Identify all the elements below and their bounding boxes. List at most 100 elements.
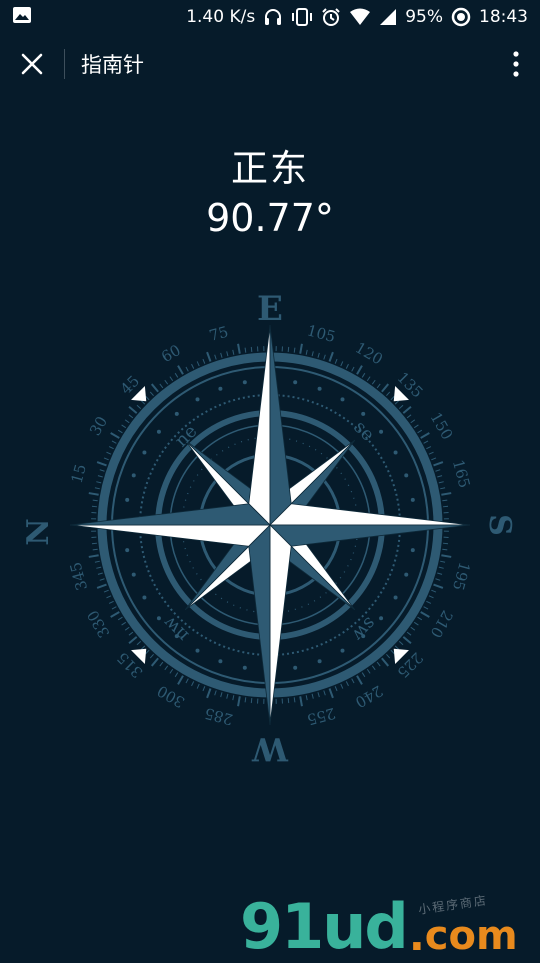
dial-tick bbox=[245, 697, 246, 702]
dial-tick bbox=[97, 462, 106, 465]
dial-tick bbox=[357, 676, 362, 685]
dial-tick bbox=[109, 447, 113, 449]
dial-tick bbox=[152, 658, 158, 666]
dial-tick bbox=[221, 353, 222, 358]
intercardinal-sw: sw bbox=[347, 613, 380, 646]
dial-tick bbox=[146, 396, 149, 400]
network-speed: 1.40 K/s bbox=[186, 7, 255, 27]
dial-tick bbox=[146, 650, 149, 654]
dial-tick bbox=[109, 601, 113, 603]
dial-tick bbox=[382, 384, 388, 392]
dial-tick bbox=[439, 567, 444, 568]
dial-tick bbox=[111, 612, 120, 617]
dial-tick bbox=[377, 384, 380, 388]
dial-tick bbox=[411, 420, 415, 423]
dial-tick bbox=[306, 695, 307, 700]
dial-tick bbox=[367, 377, 370, 381]
dial-dot bbox=[404, 573, 408, 577]
dial-tick bbox=[437, 573, 442, 574]
clock: 18:43 bbox=[479, 7, 528, 27]
dial-dot bbox=[404, 473, 408, 477]
dial-tick bbox=[300, 696, 302, 706]
dial-tick bbox=[362, 373, 365, 377]
dial-tick bbox=[170, 377, 173, 381]
battery-icon bbox=[451, 7, 471, 27]
dial-tick bbox=[89, 555, 99, 557]
status-bar-left bbox=[12, 6, 32, 29]
dial-dot bbox=[411, 548, 415, 552]
dial-tick bbox=[435, 579, 440, 581]
dial-tick bbox=[178, 366, 183, 375]
dial-tick bbox=[435, 470, 440, 472]
dial-degree-label: 105 bbox=[305, 321, 337, 346]
dial-tick bbox=[238, 696, 240, 706]
dial-tick bbox=[341, 684, 343, 689]
dial-tick bbox=[150, 392, 153, 396]
headphones-icon bbox=[263, 7, 283, 27]
dial-tick bbox=[125, 420, 129, 423]
dial-dot bbox=[142, 451, 146, 455]
dial-tick bbox=[318, 692, 319, 697]
dial-dot bbox=[318, 387, 322, 391]
dial-tick bbox=[330, 689, 333, 698]
dial-tick bbox=[178, 676, 183, 685]
dial-tick bbox=[227, 351, 228, 356]
dial-tick bbox=[92, 506, 97, 507]
dial-tick bbox=[437, 476, 442, 477]
dial-tick bbox=[386, 392, 389, 396]
dial-tick bbox=[160, 662, 163, 666]
dial-tick bbox=[441, 493, 451, 495]
close-button[interactable] bbox=[0, 34, 64, 94]
battery-percent: 95% bbox=[405, 7, 443, 27]
cardinal-right: S bbox=[482, 514, 517, 536]
dial-tick bbox=[122, 425, 126, 428]
dial-tick bbox=[150, 654, 153, 658]
dial-tick bbox=[233, 695, 234, 700]
dial-tick bbox=[111, 433, 120, 438]
dial-tick bbox=[233, 350, 234, 355]
dial-tick bbox=[414, 622, 418, 625]
dial-tick bbox=[122, 622, 126, 625]
dial-tick bbox=[324, 355, 326, 360]
dial-tick bbox=[98, 476, 103, 477]
dial-degree-label: 195 bbox=[449, 560, 474, 592]
dial-tick bbox=[141, 646, 145, 649]
more-options-button[interactable] bbox=[492, 34, 540, 94]
dial-tick bbox=[175, 673, 178, 677]
dial-tick bbox=[386, 654, 389, 658]
dial-tick bbox=[197, 684, 199, 689]
dial-degree-label: 210 bbox=[427, 607, 457, 641]
watermark-dot: . bbox=[409, 914, 425, 958]
dial-tick bbox=[377, 662, 380, 666]
dial-tick bbox=[341, 361, 343, 366]
dial-degree-label: 120 bbox=[352, 339, 386, 369]
dial-tick bbox=[203, 359, 205, 364]
page-title: 指南针 bbox=[81, 49, 492, 79]
dial-tick bbox=[429, 596, 434, 598]
dial-tick bbox=[96, 482, 101, 483]
dial-dot bbox=[218, 659, 222, 663]
dial-tick bbox=[294, 697, 295, 702]
compass-dial: 1530456075105120135150165195210225240255… bbox=[20, 280, 520, 780]
dial-tick bbox=[104, 458, 109, 460]
dial-tick bbox=[424, 607, 428, 609]
dial-tick bbox=[207, 352, 210, 361]
vibrate-icon bbox=[291, 7, 313, 27]
dial-degree-label: 300 bbox=[154, 682, 188, 712]
dial-dot bbox=[379, 430, 383, 434]
dial-tick bbox=[245, 348, 246, 353]
dial-dot bbox=[132, 473, 136, 477]
degree-readout: 90.77° bbox=[0, 196, 540, 240]
dial-tick bbox=[442, 500, 447, 501]
dial-tick bbox=[95, 488, 100, 489]
dial-dot bbox=[157, 430, 161, 434]
dial-tick bbox=[227, 694, 228, 699]
dial-tick bbox=[414, 425, 418, 428]
app-bar-divider bbox=[64, 49, 65, 79]
dial-tick bbox=[93, 549, 98, 550]
dial-tick bbox=[424, 441, 428, 443]
dial-degree-label: 240 bbox=[352, 682, 386, 712]
dial-tick bbox=[431, 590, 436, 592]
dial-tick bbox=[418, 430, 422, 433]
dial-tick bbox=[97, 585, 106, 588]
